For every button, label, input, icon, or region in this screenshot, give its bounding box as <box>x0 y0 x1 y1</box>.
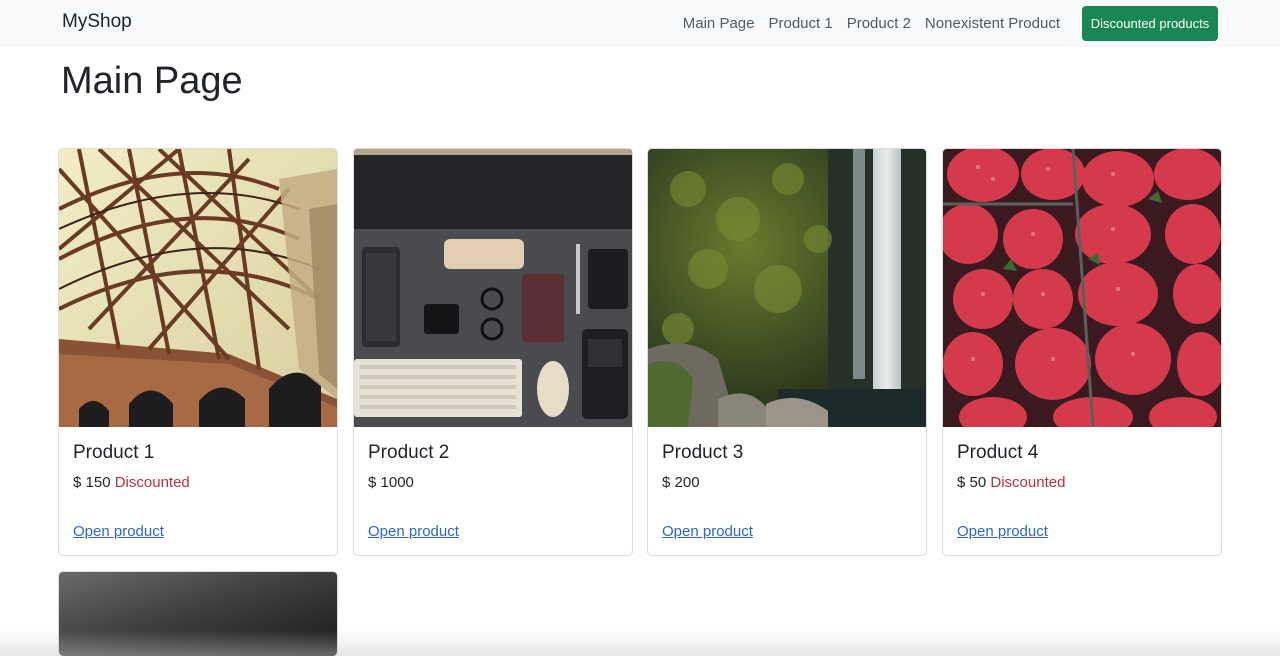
price-value: $ 1000 <box>368 474 414 491</box>
top-navbar: MyShop Main Page Product 1 Product 2 Non… <box>0 0 1280 47</box>
page-title: Main Page <box>61 60 243 102</box>
open-product-link-4[interactable]: Open product <box>957 523 1048 540</box>
product-image-1 <box>59 149 337 427</box>
product-card-5 <box>58 571 338 656</box>
product-price-3: $ 200 <box>662 474 700 491</box>
product-title-2: Product 2 <box>368 442 450 463</box>
product-price-4: $ 50 Discounted <box>957 474 1065 491</box>
nav-link-main-page[interactable]: Main Page <box>683 15 755 32</box>
nav-links: Main Page Product 1 Product 2 Nonexisten… <box>683 15 1060 32</box>
nav-link-nonexistent-product[interactable]: Nonexistent Product <box>925 15 1060 32</box>
product-image-2 <box>354 149 632 427</box>
open-product-link-3[interactable]: Open product <box>662 523 753 540</box>
product-image-5 <box>59 572 337 656</box>
open-product-link-1[interactable]: Open product <box>73 523 164 540</box>
product-card-4: Product 4 $ 50 Discounted Open product <box>942 148 1222 556</box>
product-image-4 <box>943 149 1221 427</box>
open-product-link-2[interactable]: Open product <box>368 523 459 540</box>
nav-link-product-2[interactable]: Product 2 <box>847 15 911 32</box>
price-value: $ 200 <box>662 474 700 491</box>
product-title-4: Product 4 <box>957 442 1039 463</box>
nav-link-product-1[interactable]: Product 1 <box>768 15 832 32</box>
product-card-1: Product 1 $ 150 Discounted Open product <box>58 148 338 556</box>
product-title-1: Product 1 <box>73 442 155 463</box>
discount-badge: Discounted <box>114 474 190 491</box>
discounted-products-button[interactable]: Discounted products <box>1082 6 1218 41</box>
product-image-3 <box>648 149 926 427</box>
price-value: $ 150 <box>73 474 111 491</box>
discount-badge: Discounted <box>990 474 1066 491</box>
product-card-3: Product 3 $ 200 Open product <box>647 148 927 556</box>
product-card-2: Product 2 $ 1000 Open product <box>353 148 633 556</box>
product-price-1: $ 150 Discounted <box>73 474 190 491</box>
product-title-3: Product 3 <box>662 442 744 463</box>
product-price-2: $ 1000 <box>368 474 414 491</box>
brand-link[interactable]: MyShop <box>62 11 132 33</box>
price-value: $ 50 <box>957 474 987 491</box>
